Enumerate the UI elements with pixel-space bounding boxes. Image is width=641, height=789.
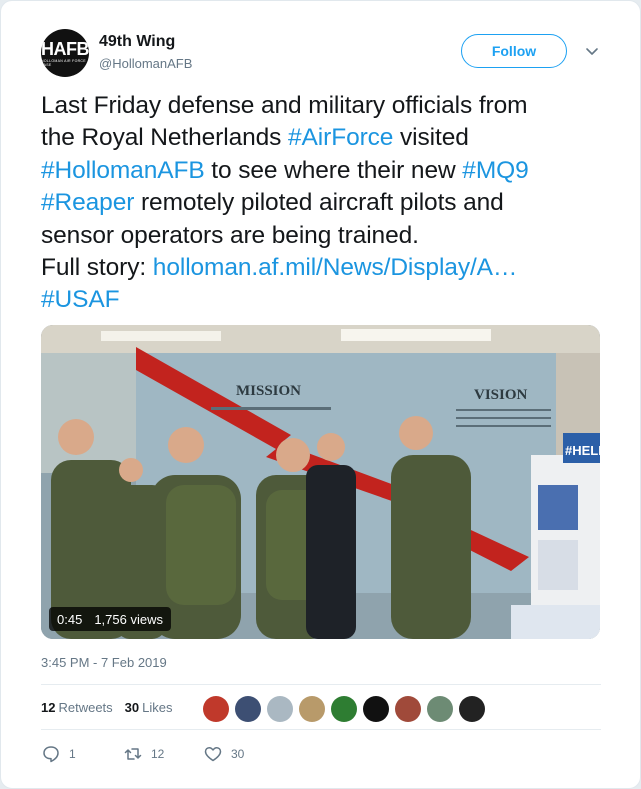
tweet-card: HAFB Holloman Air Force Base 49th Wing @… [0, 0, 641, 789]
sign-mission: MISSION [236, 383, 301, 399]
tweet-text-span: Last Friday defense and military officia… [41, 92, 528, 119]
retweet-icon [124, 748, 142, 760]
tweet-line: #USAF [41, 284, 611, 316]
tweet-line: sensor operators are being trained. [41, 220, 611, 252]
tweet-timestamp[interactable]: 3:45 PM - 7 Feb 2019 [41, 655, 167, 670]
liker-avatar[interactable] [331, 696, 357, 722]
like-button[interactable]: 30 [203, 744, 283, 764]
avatar[interactable]: HAFB Holloman Air Force Base [41, 29, 89, 77]
tweet-line: the Royal Netherlands #AirForce visited [41, 122, 611, 154]
hashtag-reaper[interactable]: #Reaper [41, 189, 134, 216]
story-link[interactable]: holloman.af.mil/News/Display/A… [153, 254, 518, 281]
tweet-text-span: visited [393, 124, 469, 152]
liker-avatar[interactable] [395, 696, 421, 722]
sign-vision: VISION [474, 387, 528, 403]
video-info-badge: 0:45 1,756 views [49, 607, 171, 631]
reply-button[interactable]: 1 [41, 744, 123, 764]
reply-icon [43, 746, 59, 763]
liker-avatar[interactable] [459, 696, 485, 722]
liker-avatar[interactable] [299, 696, 325, 722]
tweet-line: #HollomanAFB to see where their new #MQ9 [41, 155, 611, 187]
avatar-logo-text: HAFB [41, 38, 89, 59]
liker-avatar[interactable] [203, 696, 229, 722]
tweet-text-span: sensor operators are being trained. [41, 221, 419, 249]
liker-avatar[interactable] [427, 696, 453, 722]
display-name[interactable]: 49th Wing [99, 33, 175, 51]
engagement-stats: 12 Retweets 30 Likes [41, 700, 173, 715]
retweet-count: 12 [151, 747, 165, 761]
video-player[interactable]: MISSION VISION #HELPF [41, 325, 600, 639]
liker-avatars [203, 696, 485, 722]
tweet-text-span: Full story: [41, 254, 153, 282]
liker-avatar[interactable] [235, 696, 261, 722]
tweet-text: Last Friday defense and military officia… [41, 90, 611, 317]
liker-avatar[interactable] [267, 696, 293, 722]
hashtag-mq9[interactable]: #MQ9 [462, 157, 528, 184]
likes-label: Likes [142, 700, 173, 715]
hashtag-usaf[interactable]: #USAF [41, 286, 120, 313]
likes-stat[interactable]: 30 Likes [125, 700, 173, 715]
hashtag-hollomanafb[interactable]: #HollomanAFB [41, 157, 205, 184]
hashtag-airforce[interactable]: #AirForce [288, 124, 393, 151]
tweet-text-span: to see where their new [204, 156, 463, 184]
reply-count: 1 [69, 747, 76, 761]
retweets-count: 12 [41, 700, 56, 715]
tweet-line: Last Friday defense and military officia… [41, 90, 611, 122]
retweets-label: Retweets [58, 700, 113, 715]
divider [41, 684, 601, 685]
retweets-stat[interactable]: 12 Retweets [41, 700, 113, 715]
video-duration: 0:45 [57, 611, 83, 627]
user-handle[interactable]: @HollomanAFB [99, 56, 192, 71]
video-frame: MISSION VISION #HELPF [41, 325, 600, 639]
tweet-actions: 1 12 30 [41, 744, 283, 764]
liker-avatar[interactable] [363, 696, 389, 722]
sign-help: #HELPF [565, 443, 600, 458]
retweet-button[interactable]: 12 [123, 744, 203, 764]
chevron-down-icon[interactable] [583, 42, 601, 60]
heart-icon [204, 746, 222, 762]
tweet-text-span: remotely piloted aircraft pilots and [134, 189, 504, 217]
like-count: 30 [231, 747, 245, 761]
tweet-line: #Reaper remotely piloted aircraft pilots… [41, 187, 611, 219]
avatar-logo-subtext: Holloman Air Force Base [41, 58, 86, 67]
follow-button[interactable]: Follow [461, 34, 567, 68]
likes-count: 30 [124, 700, 140, 715]
video-views: 1,756 views [94, 611, 163, 627]
divider [41, 729, 601, 730]
tweet-line: Full story: holloman.af.mil/News/Display… [41, 252, 611, 284]
tweet-text-span: the Royal Netherlands [41, 124, 289, 152]
